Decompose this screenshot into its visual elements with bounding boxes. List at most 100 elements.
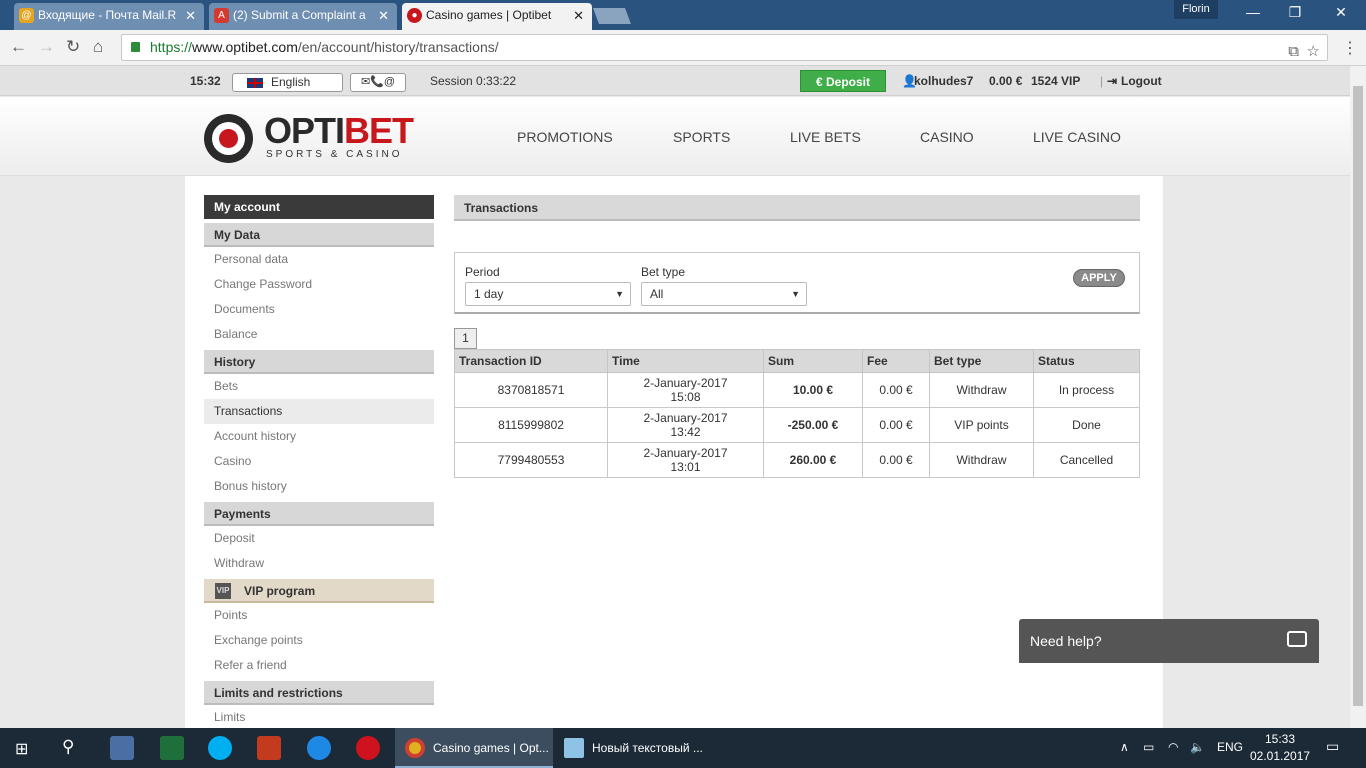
logo-main: OPTI: [264, 110, 345, 151]
taskbar-app-chrome[interactable]: Casino games | Opt...: [395, 728, 553, 768]
column-header: Time: [607, 349, 764, 373]
sidebar-item-refer-a-friend[interactable]: Refer a friend: [204, 653, 434, 678]
transaction-sum: -250.00 €: [763, 407, 863, 443]
deposit-button[interactable]: € Deposit: [800, 70, 886, 92]
sidebar-item-deposit[interactable]: Deposit: [204, 526, 434, 551]
sidebar-item-transactions[interactable]: Transactions: [204, 399, 434, 424]
nav-casino[interactable]: CASINO: [920, 129, 974, 145]
logout-link[interactable]: Logout: [1121, 74, 1162, 88]
reload-icon[interactable]: ↻: [66, 37, 80, 57]
sidebar-item-personal-data[interactable]: Personal data: [204, 247, 434, 272]
new-tab-button[interactable]: [593, 8, 631, 24]
volume-icon[interactable]: 🔈: [1190, 740, 1205, 754]
skype-icon[interactable]: [208, 736, 232, 760]
period-value: 1 day: [474, 287, 504, 301]
transaction-id: 8115999802: [454, 407, 608, 443]
windows-taskbar: ⊞ ⚲ Casino games | Opt... Новый текстовы…: [0, 728, 1366, 768]
nav-live-casino[interactable]: LIVE CASINO: [1033, 129, 1121, 145]
sidebar-item-documents[interactable]: Documents: [204, 297, 434, 322]
network-app-icon[interactable]: [110, 736, 134, 760]
search-icon[interactable]: ⚲: [62, 737, 74, 757]
browser-tab-mail[interactable]: @ Входящие - Почта Mail.R ✕: [14, 3, 204, 30]
close-icon[interactable]: ✕: [185, 3, 196, 28]
bookmark-star-icon[interactable]: ☆: [1307, 39, 1320, 64]
sidebar-section-vip[interactable]: VIP VIP program: [204, 579, 434, 603]
back-icon[interactable]: ←: [10, 37, 27, 57]
maximize-icon[interactable]: ❐: [1272, 4, 1318, 21]
browser-tab-bar: @ Входящие - Почта Mail.R ✕ A (2) Submit…: [0, 0, 1366, 30]
sidebar-item-balance[interactable]: Balance: [204, 322, 434, 347]
opera-icon[interactable]: [356, 736, 380, 760]
battery-icon[interactable]: ▭: [1143, 740, 1154, 754]
need-help-chat-button[interactable]: Need help?: [1019, 619, 1319, 663]
transaction-id: 7799480553: [454, 442, 608, 478]
bettype-select[interactable]: All ▼: [641, 282, 807, 306]
sidebar-item-casino[interactable]: Casino: [204, 449, 434, 474]
url-input[interactable]: https://www.optibet.com/en/account/histo…: [121, 34, 1328, 61]
period-label: Period: [465, 265, 500, 279]
apply-button[interactable]: APPLY: [1073, 269, 1125, 287]
window-close-icon[interactable]: ✕: [1318, 4, 1364, 21]
edge-icon[interactable]: [307, 736, 331, 760]
tab-title: (2) Submit a Complaint a: [233, 8, 366, 22]
transaction-time: 2-January-2017 13:42: [607, 407, 764, 443]
sidebar-item-bonus-history[interactable]: Bonus history: [204, 474, 434, 499]
browser-tab-optibet[interactable]: ● Casino games | Optibet ✕: [402, 3, 592, 30]
taskbar-app-title: Casino games | Opt...: [433, 741, 549, 755]
sidebar-item-points[interactable]: Points: [204, 603, 434, 628]
table-row: 8370818571 2-January-2017 15:08 10.00 € 0…: [454, 372, 1140, 408]
chevron-down-icon: ▼: [791, 289, 800, 299]
browser-tab-complaint[interactable]: A (2) Submit a Complaint a ✕: [209, 3, 397, 30]
sidebar-item-account-history[interactable]: Account history: [204, 424, 434, 449]
vip-points: 1524 VIP: [1031, 74, 1081, 88]
page-button[interactable]: 1: [454, 328, 477, 349]
language-indicator[interactable]: ENG: [1217, 740, 1243, 754]
taskbar-clock[interactable]: 15:33 02.01.2017: [1250, 731, 1310, 765]
sidebar-section-my-data[interactable]: My Data: [204, 223, 434, 247]
tray-expand-icon[interactable]: ∧: [1120, 740, 1129, 754]
sidebar-my-account[interactable]: My account: [204, 195, 434, 219]
transaction-type: Withdraw: [929, 372, 1034, 408]
camtasia-icon[interactable]: [160, 736, 184, 760]
transaction-fee: 0.00 €: [862, 442, 930, 478]
nav-sports[interactable]: SPORTS: [673, 129, 730, 145]
transaction-type: VIP points: [929, 407, 1034, 443]
wifi-icon[interactable]: ◠: [1168, 740, 1178, 754]
home-icon[interactable]: ⌂: [93, 37, 103, 57]
taskbar-app-notepad[interactable]: Новый текстовый ...: [554, 728, 714, 768]
notifications-icon[interactable]: ▭: [1326, 738, 1339, 755]
contact-button[interactable]: ✉📞@: [350, 73, 406, 92]
clock-date: 02.01.2017: [1250, 749, 1311, 763]
sidebar-item-bets[interactable]: Bets: [204, 374, 434, 399]
period-select[interactable]: 1 day ▼: [465, 282, 631, 306]
translate-icon[interactable]: ⧉: [1288, 39, 1299, 64]
transaction-status: Cancelled: [1033, 442, 1140, 478]
transaction-time: 2-January-2017 15:08: [607, 372, 764, 408]
sidebar-section-history[interactable]: History: [204, 350, 434, 374]
optibet-logo[interactable]: OPTIBET SPORTS & CASINO: [204, 112, 414, 166]
sidebar-section-payments[interactable]: Payments: [204, 502, 434, 526]
sidebar-section-limits[interactable]: Limits and restrictions: [204, 681, 434, 705]
forward-icon[interactable]: →: [38, 37, 55, 57]
content-area: My account My Data Personal data Change …: [185, 176, 1163, 728]
sidebar-item-withdraw[interactable]: Withdraw: [204, 551, 434, 576]
nav-live-bets[interactable]: LIVE BETS: [790, 129, 861, 145]
close-icon[interactable]: ✕: [573, 3, 584, 28]
ccleaner-icon[interactable]: [257, 736, 281, 760]
username[interactable]: kolhudes7: [914, 74, 973, 88]
sidebar-item-change-password[interactable]: Change Password: [204, 272, 434, 297]
language-selector[interactable]: English: [232, 73, 343, 92]
scrollbar-thumb[interactable]: [1353, 86, 1363, 706]
close-icon[interactable]: ✕: [378, 3, 389, 28]
chat-icon: [1287, 631, 1307, 647]
sidebar-item-limits[interactable]: Limits: [204, 705, 434, 728]
menu-icon[interactable]: ⋮: [1342, 38, 1358, 58]
chevron-down-icon: ▼: [615, 289, 624, 299]
sidebar-item-exchange-points[interactable]: Exchange points: [204, 628, 434, 653]
windows-start-icon[interactable]: ⊞: [15, 739, 28, 759]
profile-button[interactable]: Florin: [1174, 0, 1218, 19]
table-row: 8115999802 2-January-2017 13:42 -250.00 €…: [454, 407, 1140, 443]
nav-promotions[interactable]: PROMOTIONS: [517, 129, 613, 145]
mail-icon: @: [19, 8, 34, 23]
minimize-icon[interactable]: —: [1230, 4, 1276, 20]
